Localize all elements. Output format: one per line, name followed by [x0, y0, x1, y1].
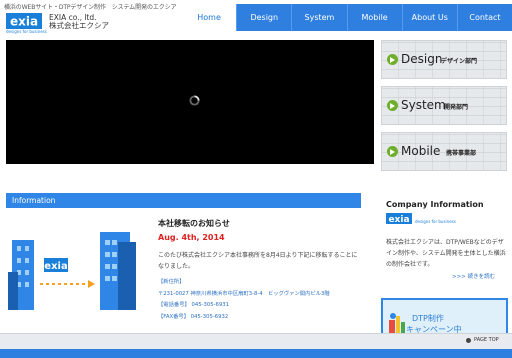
nav-home[interactable]: Home	[182, 4, 237, 31]
nav-design[interactable]: Design	[236, 4, 292, 31]
side-link-mobile[interactable]: Mobile 携帯事業部	[381, 132, 507, 171]
news-date: Aug. 4th, 2014	[158, 233, 225, 242]
side-title-system: System	[401, 98, 446, 112]
bottom-strip	[0, 349, 512, 358]
footer-bar	[0, 333, 512, 349]
arrow-right-icon	[387, 146, 398, 157]
news-address-block: 【新住所】 〒231-0027 神奈川県横浜市中区扇町3-8-4 ビッグヴァン関…	[158, 277, 330, 323]
arrow-right-icon	[387, 54, 398, 65]
company-info-description: 株式会社エクシアは、DTP/WEBなどのデザイン制作や、システム開発を主体とした…	[386, 239, 506, 268]
nav-contact[interactable]: Contact	[456, 4, 512, 31]
side-link-design[interactable]: Design デザイン部門	[381, 40, 507, 79]
nav-mobile[interactable]: Mobile	[346, 4, 402, 31]
company-info-logo-subtitle: designs for business	[415, 219, 456, 224]
logo-subtitle: designs for business	[6, 29, 47, 34]
news-line-phone: 【電話番号】 045-305-6931	[158, 302, 229, 309]
main-nav: Home Design System Mobile About Us Conta…	[182, 4, 512, 31]
side-sub-design: デザイン部門	[441, 58, 478, 65]
information-header: Information	[6, 193, 361, 208]
news-line-fax: 【FAX番号】 045-305-6932	[158, 313, 229, 320]
news-line-address-label: 【新住所】	[158, 279, 185, 285]
company-info-title: Company Information	[386, 200, 484, 209]
logo-text: exia	[10, 15, 38, 29]
arrow-right-icon	[387, 100, 398, 111]
svg-text:exia: exia	[44, 261, 67, 272]
exia-logo[interactable]: exia	[6, 13, 42, 29]
loading-spinner-icon	[189, 95, 200, 106]
read-more-link[interactable]: >>> 続きを読む	[452, 272, 495, 280]
company-info-logo: exia	[386, 213, 412, 224]
company-info-logo-text: exia	[388, 215, 409, 224]
side-sub-mobile: 携帯事業部	[446, 150, 477, 157]
video-player[interactable]	[6, 40, 374, 164]
company-name-ja: 株式会社エクシア	[49, 21, 109, 30]
page-top-button[interactable]: PAGE TOP	[466, 337, 499, 343]
news-line-address: 〒231-0027 神奈川県横浜市中区扇町3-8-4 ビッグヴァン関内ビル3階	[158, 290, 330, 297]
page-top-label: PAGE TOP	[474, 337, 499, 343]
arrow-up-icon	[466, 337, 471, 343]
tagline: 横浜のWEBサイト・DTPデザイン制作 システム開発のエクシア	[4, 4, 177, 11]
side-link-system[interactable]: System 開発部門	[381, 86, 507, 125]
nav-about-us[interactable]: About Us	[401, 4, 457, 31]
nav-system[interactable]: System	[291, 4, 347, 31]
news-body: このたび株式会社エクシア本社事務所を8月4日より下記に移転することになりました。	[158, 252, 358, 270]
office-move-illustration: exia	[8, 232, 136, 310]
banner-line-1: DTP制作	[412, 314, 444, 323]
side-sub-system: 開発部門	[444, 104, 469, 111]
side-title-mobile: Mobile	[401, 144, 441, 158]
news-title[interactable]: 本社移転のお知らせ	[158, 218, 230, 229]
side-title-design: Design	[401, 52, 443, 66]
